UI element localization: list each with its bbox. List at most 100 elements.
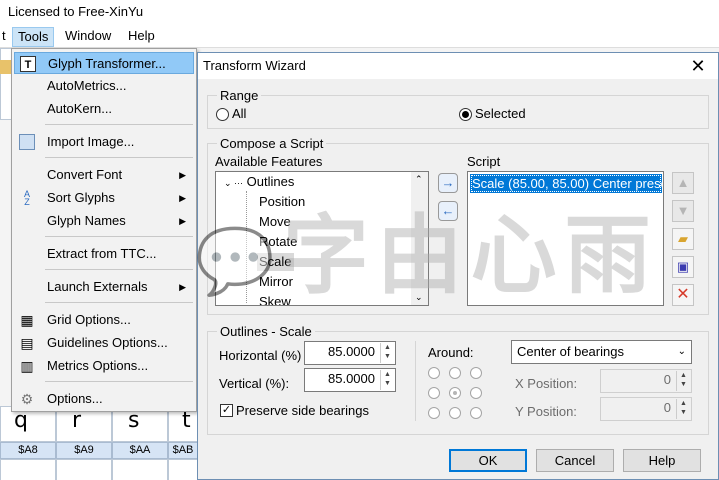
dialog-title: Transform Wizard: [203, 58, 306, 73]
menu-bar: t Tools Window Help: [0, 24, 719, 48]
glyph-cell[interactable]: [168, 459, 198, 480]
available-features-label: Available Features: [215, 154, 323, 169]
glyph-code: $A9: [56, 442, 112, 459]
chevron-down-icon: ⌄: [677, 346, 686, 357]
save-icon[interactable]: ▣: [672, 256, 694, 278]
tree-item-move[interactable]: Move: [259, 213, 291, 231]
tools-menu: T Glyph Transformer... AutoMetrics... Au…: [11, 48, 197, 412]
anchor-dot[interactable]: [428, 387, 440, 399]
y-position-input[interactable]: 0 ▲ ▼: [600, 397, 692, 421]
submenu-arrow-icon: ▶: [179, 193, 186, 203]
glyph-cell[interactable]: [0, 459, 56, 480]
y-position-label: Y Position:: [515, 404, 577, 419]
x-position-input[interactable]: 0 ▲ ▼: [600, 369, 692, 393]
preserve-bearings-label: Preserve side bearings: [236, 403, 369, 418]
glyph-code: $A8: [0, 442, 56, 459]
script-list[interactable]: Scale (85.00, 85.00) Center prese: [467, 171, 664, 306]
menu-item-extract-ttc[interactable]: Extract from TTC...: [14, 243, 194, 265]
features-tree[interactable]: ⌄ ··· Outlines Position Move Rotate Scal…: [215, 171, 429, 306]
menu-separator: [45, 236, 193, 237]
glyph-transformer-icon: T: [20, 56, 36, 72]
menu-item-guidelines-options[interactable]: ▤ Guidelines Options...: [14, 332, 194, 354]
submenu-arrow-icon: ▶: [179, 170, 186, 180]
vertical-label: Vertical (%):: [219, 376, 290, 391]
anchor-dot[interactable]: [449, 407, 461, 419]
menu-edit-partial[interactable]: t: [0, 27, 11, 47]
scale-legend: Outlines - Scale: [217, 324, 315, 339]
cancel-button[interactable]: Cancel: [536, 449, 614, 472]
scroll-up-icon[interactable]: ⌃: [415, 174, 423, 185]
anchor-dot-center[interactable]: [449, 387, 461, 399]
compose-legend: Compose a Script: [217, 136, 327, 151]
scroll-down-icon[interactable]: ⌄: [415, 292, 423, 303]
dialog-title-bar: Transform Wizard: [198, 53, 718, 79]
x-position-spinner[interactable]: ▲ ▼: [676, 371, 690, 391]
close-icon[interactable]: ✕: [688, 56, 708, 76]
horizontal-spinner[interactable]: ▲ ▼: [380, 343, 394, 363]
range-legend: Range: [217, 88, 262, 103]
menu-item-autometrics[interactable]: AutoMetrics...: [14, 75, 194, 97]
x-position-label: X Position:: [515, 376, 578, 391]
glyph-cell[interactable]: [56, 459, 112, 480]
image-icon: [19, 134, 35, 150]
glyph-code: $AA: [112, 442, 168, 459]
horizontal-label: Horizontal (%): [219, 348, 302, 363]
ok-button[interactable]: OK: [449, 449, 527, 472]
metrics-icon: ▥: [20, 358, 34, 374]
anchor-dot[interactable]: [470, 367, 482, 379]
glyph-cell[interactable]: [112, 459, 168, 480]
menu-item-metrics-options[interactable]: ▥ Metrics Options...: [14, 355, 194, 377]
remove-from-script-icon[interactable]: ←: [438, 201, 458, 221]
script-item[interactable]: Scale (85.00, 85.00) Center prese: [470, 174, 662, 193]
add-to-script-icon[interactable]: →: [438, 173, 458, 193]
menu-item-glyph-transformer[interactable]: T Glyph Transformer...: [14, 52, 194, 74]
around-select[interactable]: Center of bearings ⌄: [511, 340, 692, 364]
menu-item-options[interactable]: ⚙ Options...: [14, 388, 194, 410]
menu-item-import-image[interactable]: Import Image...: [14, 131, 194, 153]
delete-icon[interactable]: ✕: [672, 284, 694, 306]
vertical-input[interactable]: 85.0000 ▲ ▼: [304, 368, 396, 392]
submenu-arrow-icon: ▶: [179, 216, 186, 226]
menu-separator: [45, 381, 193, 382]
tree-root-outlines[interactable]: ⌄ ··· Outlines: [224, 173, 294, 192]
range-selected-radio[interactable]: [459, 108, 472, 121]
open-folder-icon[interactable]: ▰: [672, 228, 694, 250]
menu-window[interactable]: Window: [60, 27, 116, 47]
menu-item-autokern[interactable]: AutoKern...: [14, 98, 194, 120]
menu-item-convert-font[interactable]: Convert Font ▶: [14, 164, 194, 186]
sort-az-icon: AZ: [23, 189, 30, 207]
range-selected-label: Selected: [475, 106, 526, 121]
guidelines-icon: ▤: [20, 335, 34, 351]
tree-item-mirror[interactable]: Mirror: [259, 273, 293, 291]
menu-help[interactable]: Help: [123, 27, 160, 47]
anchor-dot[interactable]: [470, 387, 482, 399]
tree-item-scale[interactable]: Scale: [257, 253, 294, 271]
tree-item-position[interactable]: Position: [259, 193, 305, 211]
gear-icon: ⚙: [20, 391, 34, 407]
help-button[interactable]: Help: [623, 449, 701, 472]
menu-item-sort-glyphs[interactable]: AZ Sort Glyphs ▶: [14, 187, 194, 209]
range-all-label: All: [232, 106, 247, 121]
range-all-radio[interactable]: [216, 108, 229, 121]
grid-icon: ▦: [20, 312, 34, 328]
horizontal-input[interactable]: 85.0000 ▲ ▼: [304, 341, 396, 365]
range-group: [207, 95, 709, 129]
tree-expand-icon: ⌄ ···: [224, 178, 244, 188]
move-up-icon[interactable]: ▲: [672, 172, 694, 194]
anchor-dot[interactable]: [428, 407, 440, 419]
vertical-spinner[interactable]: ▲ ▼: [380, 370, 394, 390]
menu-item-glyph-names[interactable]: Glyph Names ▶: [14, 210, 194, 232]
menu-item-grid-options[interactable]: ▦ Grid Options...: [14, 309, 194, 331]
glyph-code: $AB: [168, 442, 198, 459]
preserve-bearings-checkbox[interactable]: ✓: [220, 404, 233, 417]
anchor-dot[interactable]: [449, 367, 461, 379]
tree-item-skew[interactable]: Skew: [259, 293, 291, 305]
y-position-spinner[interactable]: ▲ ▼: [676, 399, 690, 419]
features-scrollbar[interactable]: ⌃ ⌄: [411, 172, 428, 305]
anchor-dot[interactable]: [428, 367, 440, 379]
menu-tools[interactable]: Tools: [12, 27, 55, 47]
anchor-dot[interactable]: [470, 407, 482, 419]
menu-item-launch-externals[interactable]: Launch Externals ▶: [14, 276, 194, 298]
tree-item-rotate[interactable]: Rotate: [259, 233, 297, 251]
move-down-icon[interactable]: ▼: [672, 200, 694, 222]
